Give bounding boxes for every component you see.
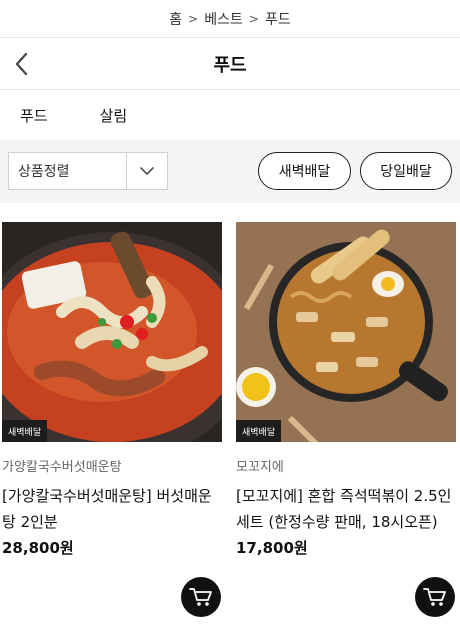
sort-select[interactable]: 상품정렬 [8,152,168,190]
product-brand: 모꼬지에 [236,460,284,475]
tab-living[interactable]: 살림 [100,105,128,126]
product-price: 28,800원 [2,539,74,557]
breadcrumb-food[interactable]: 푸드 [265,9,291,29]
chevron-right-icon: > [248,11,259,26]
category-tabs: 푸드 살림 [0,90,460,140]
same-day-delivery-filter-button[interactable]: 당일배달 [360,152,452,190]
product-card[interactable]: 새벽배달 모꼬지에 [모꼬지에] 혼합 즉석떡볶이 2.5인세트 (한정수량 판… [236,222,456,558]
sort-select-label: 상품정렬 [9,153,127,189]
add-to-cart-button[interactable] [415,577,455,617]
cart-icon [189,588,212,606]
page-header: 푸드 [0,38,460,90]
add-to-cart-button[interactable] [181,577,221,617]
product-card[interactable]: 새벽배달 가양칼국수버섯매운탕 [가양칼국수버섯매운탕] 버섯매운탕 2인분 2… [2,222,222,558]
dawn-delivery-filter-button[interactable]: 새벽배달 [258,152,351,190]
product-name[interactable]: [모꼬지에] 혼합 즉석떡볶이 2.5인세트 (한정수량 판매, 18시오픈) [236,483,456,535]
cart-icon [423,588,446,606]
breadcrumb-home[interactable]: 홈 [169,9,182,29]
product-name[interactable]: [가양칼국수버섯매운탕] 버섯매운탕 2인분 [2,483,222,535]
breadcrumb: 홈 > 베스트 > 푸드 [0,0,460,38]
product-price: 17,800원 [236,539,308,557]
chevron-left-icon [15,52,28,76]
back-button[interactable] [10,50,34,78]
dawn-delivery-badge: 새벽배달 [2,420,48,442]
dawn-delivery-badge: 새벽배달 [236,420,282,442]
product-image-mushroom-stew[interactable]: 새벽배달 [2,222,222,442]
page-title: 푸드 [213,55,247,76]
product-image-tteokbokki[interactable]: 새벽배달 [236,222,456,442]
tab-food[interactable]: 푸드 [20,105,48,126]
product-brand: 가양칼국수버섯매운탕 [2,460,122,475]
filter-bar: 상품정렬 새벽배달 당일배달 [0,140,460,203]
breadcrumb-best[interactable]: 베스트 [204,9,243,29]
chevron-right-icon: > [188,11,199,26]
chevron-down-icon [127,153,167,189]
